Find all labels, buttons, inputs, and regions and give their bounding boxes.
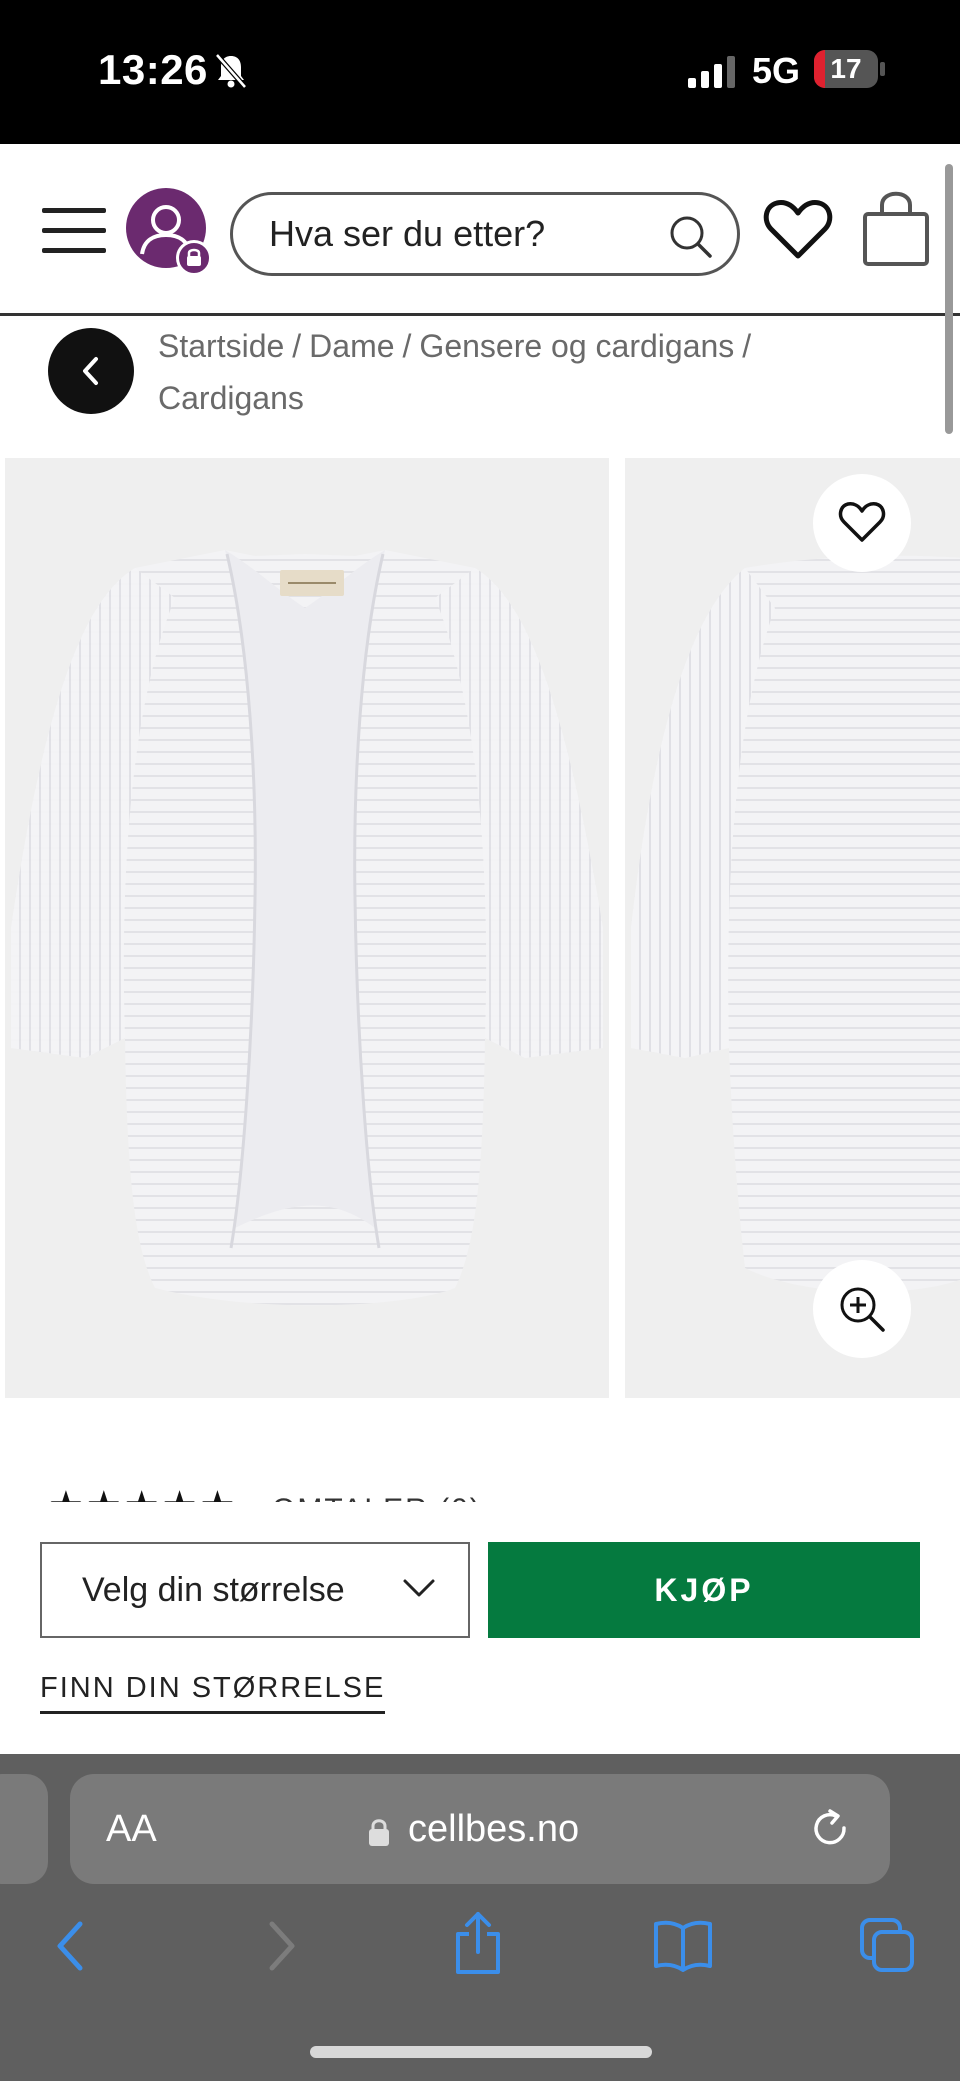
reload-icon[interactable]: [810, 1808, 852, 1850]
cardigan-back-illustration: [631, 555, 960, 1292]
forward-arrow-icon[interactable]: [260, 1918, 300, 1974]
network-type: 5G: [752, 50, 801, 91]
size-select-label: Velg din størrelse: [82, 1571, 345, 1609]
breadcrumb-item-cardigans[interactable]: Cardigans: [158, 380, 304, 416]
sticky-buy-bar: Velg din størrelse KJØP FINN DIN STØRREL…: [0, 1502, 960, 1754]
menu-icon[interactable]: [42, 206, 106, 254]
bell-muted-icon: [215, 53, 247, 89]
reviews-count-label[interactable]: OMTALER (0): [272, 1490, 482, 1502]
product-image-front[interactable]: [5, 458, 609, 1398]
size-select[interactable]: Velg din størrelse: [40, 1542, 470, 1638]
previous-tab-peek[interactable]: [0, 1774, 48, 1884]
battery-percent: 17: [830, 53, 862, 84]
search-bar[interactable]: [230, 192, 740, 276]
site-header: [0, 144, 960, 316]
signal-icon: [688, 56, 735, 88]
url-domain[interactable]: cellbes.no: [408, 1774, 579, 1884]
tabs-icon[interactable]: [858, 1916, 916, 1974]
back-arrow-icon[interactable]: [52, 1918, 92, 1974]
buy-button[interactable]: KJØP: [488, 1542, 920, 1638]
battery-cap: [880, 62, 885, 76]
reviews-summary[interactable]: ★★★★★ OMTALER (0): [0, 1482, 960, 1502]
share-icon[interactable]: [452, 1910, 504, 1976]
chevron-left-icon: [83, 357, 98, 385]
zoom-in-icon: [840, 1287, 885, 1332]
zoom-button[interactable]: [813, 1260, 911, 1358]
breadcrumb-separator: /: [742, 328, 752, 364]
shopping-bag-icon[interactable]: [862, 188, 930, 268]
breadcrumb-item-dame[interactable]: Dame: [309, 328, 394, 364]
cardigan-front-illustration: [11, 550, 603, 1306]
breadcrumb-item-startside[interactable]: Startside: [158, 328, 284, 364]
chevron-down-icon: [403, 1579, 435, 1597]
heart-outline-icon: [838, 502, 886, 542]
product-image-back[interactable]: [625, 458, 960, 1398]
search-input[interactable]: [269, 209, 649, 259]
find-size-link[interactable]: FINN DIN STØRRELSE: [40, 1672, 386, 1714]
text-size-button[interactable]: AA: [106, 1774, 157, 1884]
back-button[interactable]: [48, 328, 134, 414]
rating-stars: ★★★★★: [48, 1486, 237, 1502]
heart-icon[interactable]: [762, 196, 834, 262]
battery-icon: 17: [814, 50, 878, 88]
page-scrollbar[interactable]: [945, 164, 953, 434]
lock-icon: [369, 1819, 389, 1846]
address-bar[interactable]: AA cellbes.no: [70, 1774, 890, 1884]
lock-icon: [176, 240, 212, 276]
status-bar: 13:26 5G 17: [0, 0, 960, 144]
product-image-gallery[interactable]: [0, 458, 960, 1398]
breadcrumb-separator: /: [402, 328, 412, 364]
status-time: 13:26: [98, 46, 208, 93]
browser-toolbar: AA cellbes.no: [0, 1754, 960, 2081]
add-to-wishlist-button[interactable]: [813, 474, 911, 572]
bookmarks-icon[interactable]: [652, 1918, 714, 1972]
breadcrumb-item-gensere-og-cardigans[interactable]: Gensere og cardigans: [419, 328, 734, 364]
breadcrumb: Startside / Dame / Gensere og cardigans / Card…: [158, 320, 938, 424]
home-indicator[interactable]: [310, 2046, 652, 2058]
search-icon[interactable]: [665, 211, 715, 261]
breadcrumb-separator: /: [292, 328, 302, 364]
